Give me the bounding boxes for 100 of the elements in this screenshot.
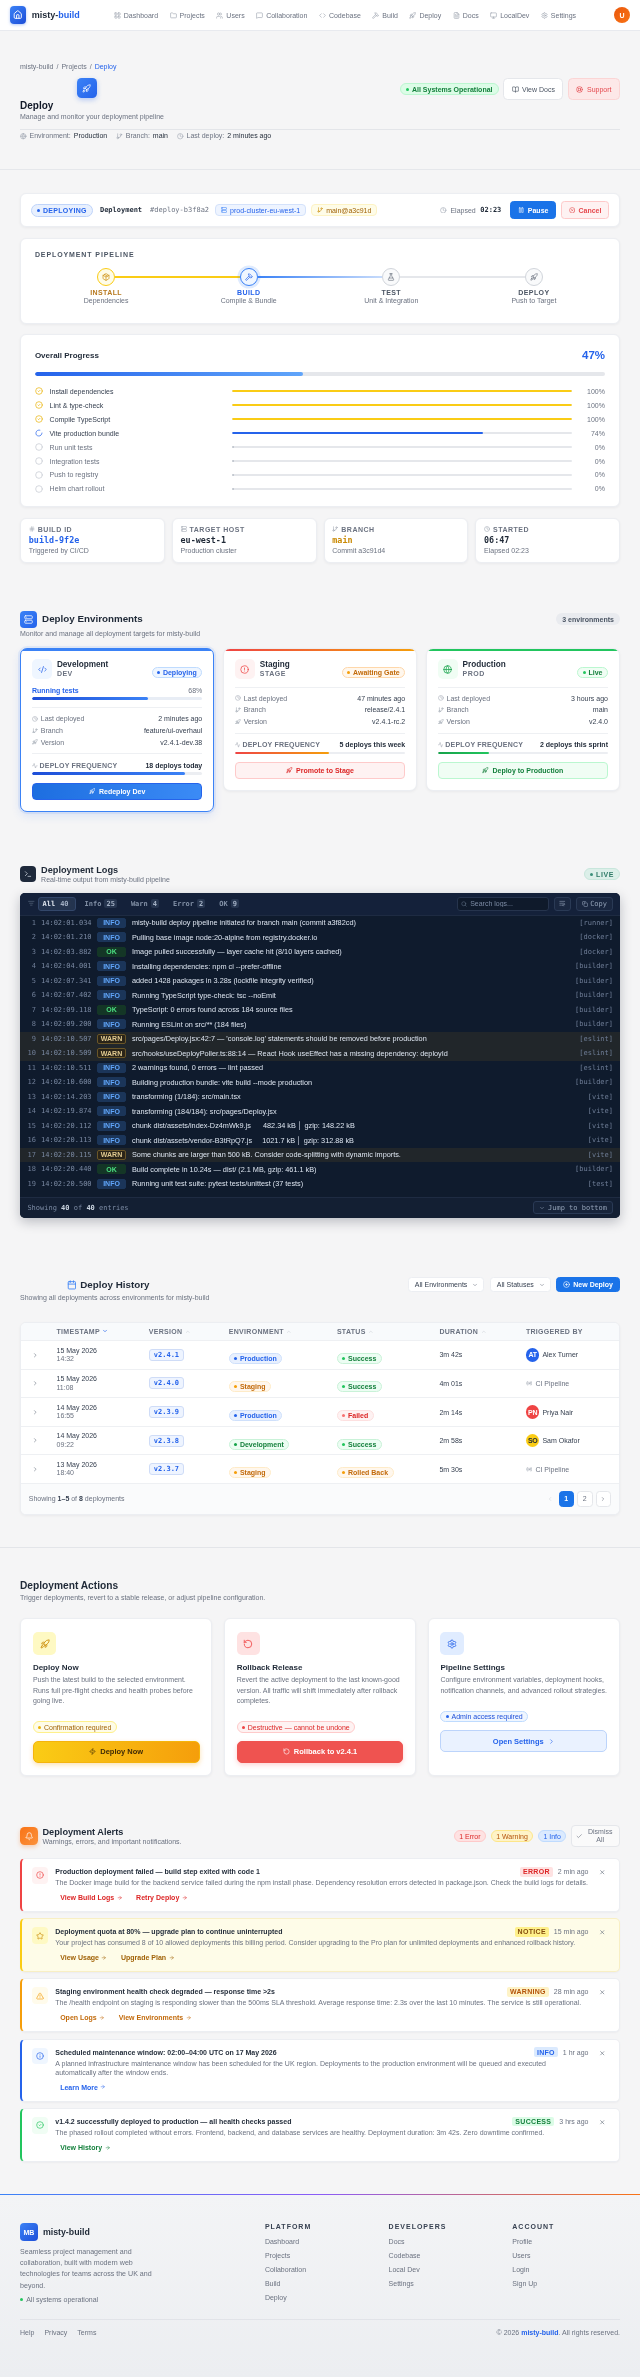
hash-icon [28,526,35,533]
close-icon [598,1929,605,1936]
dot-icon [590,872,594,876]
arrow-right-icon [116,1894,123,1901]
card-title: Pipeline Settings [440,1662,506,1673]
lifebuoy-icon [576,85,584,93]
clock-icon [484,526,491,533]
info-value: 06:47 [484,535,511,546]
check-icon [576,1833,583,1840]
dot-icon [37,208,41,212]
plus-circle-icon [563,1281,571,1289]
chat-bubble-icon [256,11,264,19]
card-title: Rollback Release [236,1662,304,1673]
expand-row-button[interactable] [31,1351,38,1359]
arrow-right-icon [101,1954,107,1961]
pulse-icon [437,742,444,748]
section-title: Deploy History [80,1278,150,1291]
server-icon [180,526,187,533]
broadcast-icon [525,1465,533,1473]
section-title: Deployment Alerts [42,1826,125,1837]
document-icon [452,11,460,19]
broadcast-icon [525,1380,533,1387]
wrap-text-icon [559,900,566,907]
settings-icon [540,11,548,19]
lightning-icon [89,1748,97,1756]
branch-icon [317,207,324,214]
section-title: Deploy Environments [42,613,143,626]
close-icon [598,1869,605,1876]
chevron-right-icon [600,1495,607,1502]
brand-name: misty-build [42,2227,90,2238]
wrap-lines-button[interactable] [553,896,572,911]
chevron-right-icon [31,1437,38,1444]
rocket-icon [32,739,38,745]
next-page-button[interactable] [595,1491,611,1507]
chevron-right-icon [31,1380,38,1387]
rocket-icon [32,1631,57,1656]
dot-icon [157,670,161,674]
close-button[interactable] [598,1989,605,1996]
house-logo-icon[interactable] [10,6,27,24]
arrow-right-icon [181,1894,188,1901]
rocket-icon [234,718,241,725]
brand-name[interactable]: misty-build [31,10,80,20]
dot-icon [234,1442,238,1446]
calendar-icon [66,1279,77,1290]
dot-icon [342,1471,346,1475]
pause-icon [518,206,525,214]
dot-icon [445,1715,449,1719]
copy-icon [581,900,588,907]
card-title: Deploy Now [32,1662,80,1673]
arrow-right-icon [168,1954,175,1961]
environment-name: Development [56,659,109,670]
close-button[interactable] [598,2049,605,2057]
dot-icon [38,1725,42,1729]
close-button[interactable] [598,1869,605,1876]
rotate-icon [236,1631,261,1656]
info-value: eu-west-1 [180,535,227,546]
status-dot-icon [20,2298,24,2302]
gear-icon [440,1631,464,1656]
close-icon [598,1989,605,1996]
expand-row-button[interactable] [31,1465,38,1473]
rocket-icon [437,718,444,725]
arrow-right-icon [99,2014,105,2021]
info-icon [31,2047,48,2064]
pulse-icon [234,742,241,748]
globe-icon [20,133,27,140]
pulse-icon [32,762,38,769]
rotate-icon [282,1748,290,1756]
section-title: Deployment Actions [20,1578,120,1592]
dot-icon [582,670,586,674]
arrow-right-icon [100,2084,106,2090]
section-title: Deployment Logs [41,864,120,875]
environment-name: Production [462,659,506,670]
chevron-down-icon [472,1281,479,1288]
dot-icon [406,87,410,91]
close-icon [598,2119,605,2126]
chevron-right-icon [31,1465,38,1473]
expand-row-button[interactable] [31,1408,38,1416]
code-icon [32,659,52,680]
close-button[interactable] [598,2119,605,2126]
chevron-right-icon [31,1351,38,1359]
rocket-icon [409,11,417,19]
clock-icon [437,695,444,702]
chevron-right-icon [547,1737,555,1745]
expand-row-button[interactable] [31,1437,38,1444]
expand-row-button[interactable] [31,1380,38,1387]
card-title: Overall Progress [34,350,99,360]
clock-icon [32,715,38,722]
info-value: main [332,535,354,546]
bell-icon [20,1827,38,1846]
arrow-right-icon [104,2144,111,2151]
close-icon [598,2049,605,2057]
rocket-icon [77,78,97,98]
chevron-down-icon [538,1281,545,1288]
dot-icon [234,1385,238,1389]
users-icon [216,11,224,19]
dot-icon [342,1414,346,1417]
branch-icon [234,707,241,713]
close-button[interactable] [598,1929,605,1936]
monitor-icon [490,11,498,19]
dot-icon [342,1356,346,1360]
